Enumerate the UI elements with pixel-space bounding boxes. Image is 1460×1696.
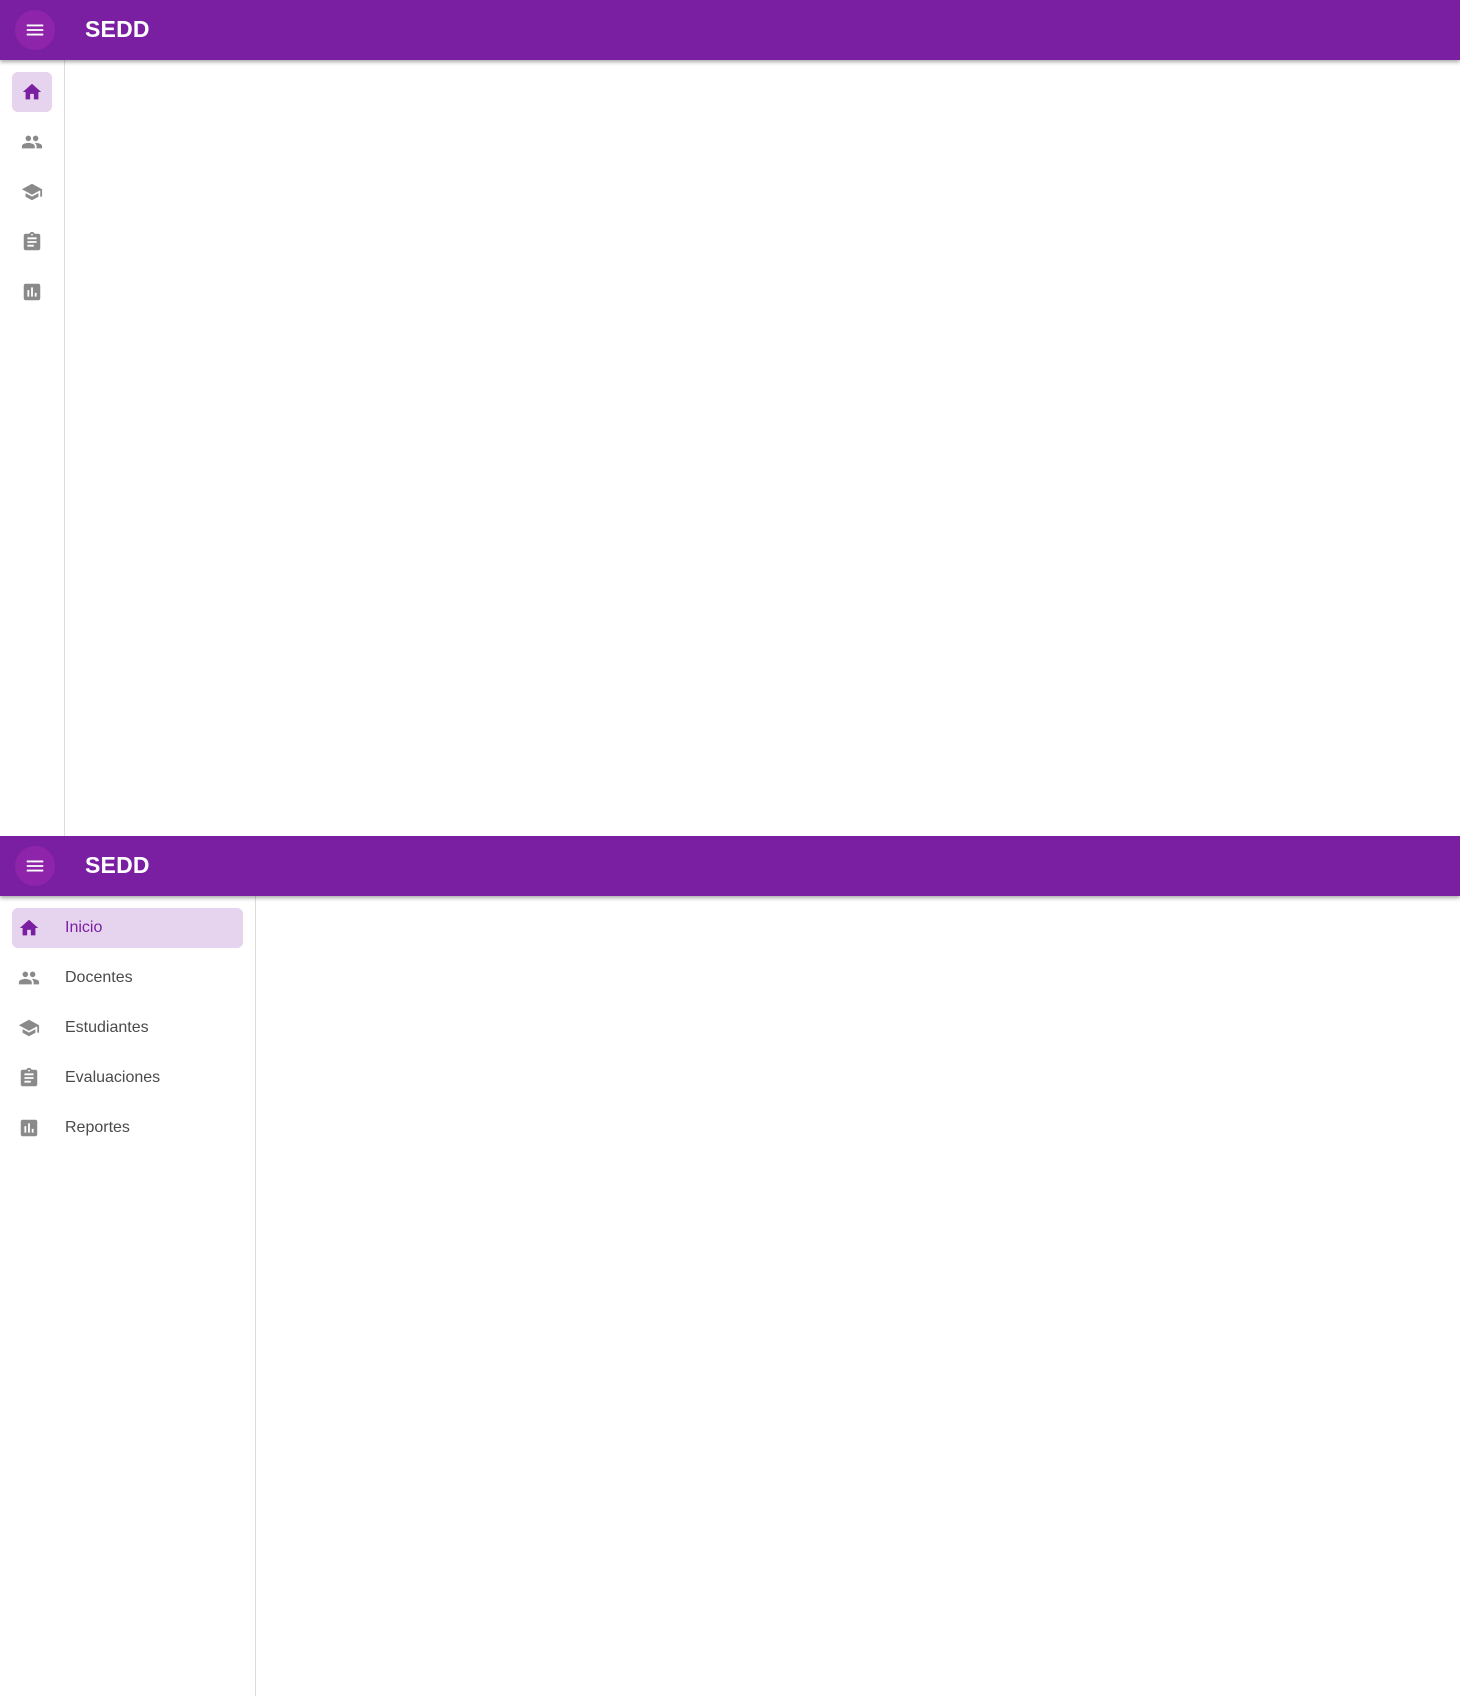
nav-item-evaluaciones[interactable]	[12, 222, 52, 262]
assignment-icon	[18, 1067, 40, 1089]
screen-collapsed-drawer: SEDD	[0, 0, 1460, 836]
menu-icon	[26, 860, 44, 872]
nav-item-estudiantes[interactable]	[12, 172, 52, 212]
assignment-icon	[21, 231, 43, 253]
nav-item-inicio[interactable]	[12, 72, 52, 112]
app-bar: SEDD	[0, 836, 1460, 896]
nav-item-label: Evaluaciones	[65, 1069, 161, 1086]
people-icon	[21, 131, 43, 153]
nav-item-label: Inicio	[65, 919, 103, 936]
screen-expanded-drawer: SEDD Inicio Docentes Estudiantes Evaluac…	[0, 836, 1460, 1696]
app-title: SEDD	[85, 16, 150, 42]
nav-item-evaluaciones[interactable]: Evaluaciones	[12, 1058, 243, 1098]
home-icon	[18, 917, 40, 939]
people-icon	[18, 967, 40, 989]
nav-item-label: Docentes	[65, 969, 133, 986]
school-icon	[18, 1017, 40, 1039]
nav-rail	[0, 60, 65, 836]
bar-chart-icon	[21, 281, 43, 303]
nav-item-reportes[interactable]	[12, 272, 52, 312]
app-bar: SEDD	[0, 0, 1460, 60]
nav-item-estudiantes[interactable]: Estudiantes	[12, 1008, 243, 1048]
menu-button[interactable]	[15, 10, 55, 50]
nav-item-docentes[interactable]	[12, 122, 52, 162]
nav-item-label: Reportes	[65, 1119, 130, 1136]
menu-icon	[26, 24, 44, 36]
bar-chart-icon	[18, 1117, 40, 1139]
nav-item-inicio[interactable]: Inicio	[12, 908, 243, 948]
app-title: SEDD	[85, 852, 150, 878]
nav-drawer: Inicio Docentes Estudiantes Evaluaciones…	[0, 896, 256, 1696]
home-icon	[21, 81, 43, 103]
main-content	[66, 60, 1460, 836]
school-icon	[21, 181, 43, 203]
nav-item-label: Estudiantes	[65, 1019, 149, 1036]
main-content	[257, 896, 1460, 1696]
nav-item-docentes[interactable]: Docentes	[12, 958, 243, 998]
menu-button[interactable]	[15, 846, 55, 886]
nav-item-reportes[interactable]: Reportes	[12, 1108, 243, 1148]
